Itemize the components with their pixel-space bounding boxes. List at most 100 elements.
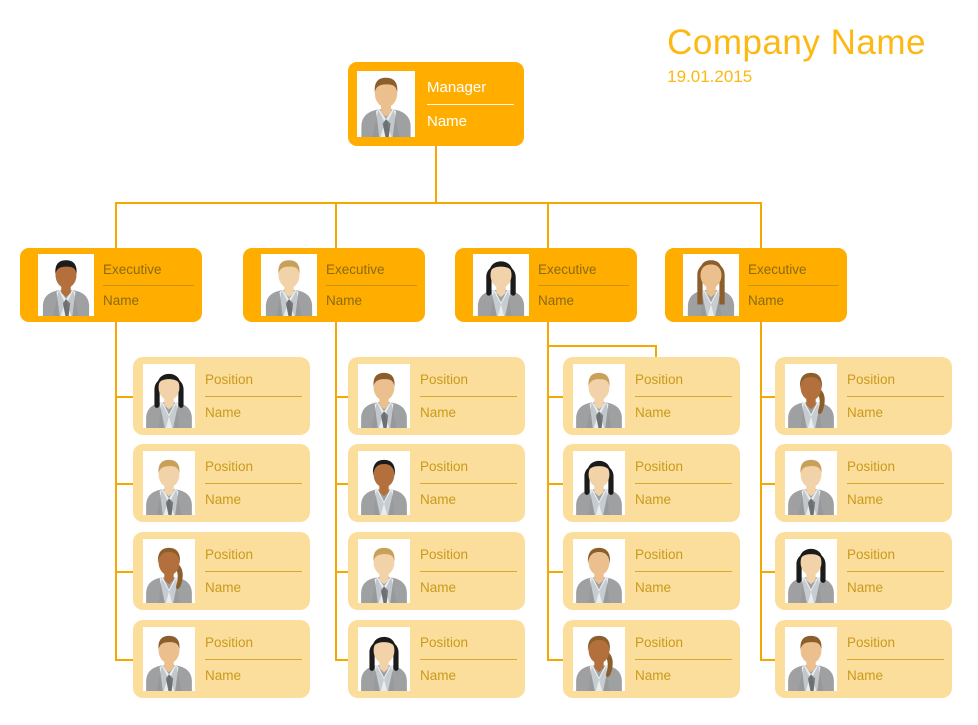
avatar <box>357 71 415 137</box>
company-name-title: Company Name <box>667 23 926 62</box>
person-name-label: Name <box>847 491 884 507</box>
executive-bus <box>115 202 762 204</box>
position-node-c4-r3[interactable]: Position Name <box>775 532 952 610</box>
person-name-label: Name <box>427 112 468 130</box>
divider <box>427 103 514 105</box>
position-node-c4-r2[interactable]: Position Name <box>775 444 952 522</box>
divider <box>538 284 629 286</box>
row-stub-c3-r2 <box>547 483 563 485</box>
position-node-c1-r2[interactable]: Position Name <box>133 444 310 522</box>
row-stub-c2-r4 <box>335 659 348 661</box>
node-text: Position Name <box>195 373 310 419</box>
role-label: Position <box>847 372 896 387</box>
divider <box>847 658 944 660</box>
role-label: Position <box>635 459 684 474</box>
avatar <box>573 627 625 691</box>
row-stub-c3-r4 <box>547 659 563 661</box>
role-label: Position <box>205 635 254 650</box>
role-label: Position <box>847 635 896 650</box>
person-name-label: Name <box>420 404 457 420</box>
position-node-c2-r2[interactable]: Position Name <box>348 444 525 522</box>
role-label: Executive <box>326 262 385 277</box>
row-stub-c2-r1 <box>335 396 348 398</box>
person-name-label: Name <box>847 579 884 595</box>
divider <box>635 570 732 572</box>
avatar <box>573 364 625 428</box>
position-node-c3-r4[interactable]: Position Name <box>563 620 740 698</box>
avatar <box>785 451 837 515</box>
executive-node-4[interactable]: Executive Name <box>665 248 847 322</box>
manager-node[interactable]: Manager Name <box>348 62 524 146</box>
role-label: Position <box>205 459 254 474</box>
column-spine-1 <box>115 322 117 661</box>
position-node-c1-r4[interactable]: Position Name <box>133 620 310 698</box>
role-label: Position <box>420 459 469 474</box>
node-text: Position Name <box>410 636 525 682</box>
divider <box>748 284 839 286</box>
node-text: Position Name <box>410 460 525 506</box>
divider <box>847 395 944 397</box>
executive-drop-2 <box>335 202 337 248</box>
person-name-label: Name <box>205 579 242 595</box>
role-label: Position <box>420 547 469 562</box>
person-name-label: Name <box>205 404 242 420</box>
position-node-c2-r4[interactable]: Position Name <box>348 620 525 698</box>
position-node-c4-r1[interactable]: Position Name <box>775 357 952 435</box>
node-text: Position Name <box>837 373 952 419</box>
person-name-label: Name <box>326 292 363 308</box>
avatar <box>358 451 410 515</box>
node-text: Position Name <box>837 636 952 682</box>
position-node-c3-r2[interactable]: Position Name <box>563 444 740 522</box>
role-label: Executive <box>103 262 162 277</box>
divider <box>847 482 944 484</box>
person-name-label: Name <box>635 667 672 683</box>
person-name-label: Name <box>103 292 140 308</box>
executive-node-3[interactable]: Executive Name <box>455 248 637 322</box>
position-node-c1-r1[interactable]: Position Name <box>133 357 310 435</box>
position-node-c3-r3[interactable]: Position Name <box>563 532 740 610</box>
person-name-label: Name <box>205 491 242 507</box>
divider <box>205 658 302 660</box>
position-node-c3-r1[interactable]: Position Name <box>563 357 740 435</box>
position-node-c1-r3[interactable]: Position Name <box>133 532 310 610</box>
executive-node-2[interactable]: Executive Name <box>243 248 425 322</box>
node-text: Executive Name <box>529 263 637 307</box>
person-name-label: Name <box>847 404 884 420</box>
person-name-label: Name <box>635 491 672 507</box>
row-stub-c2-r2 <box>335 483 348 485</box>
row-stub-c3-r1 <box>547 396 563 398</box>
avatar <box>143 627 195 691</box>
row-stub-c1-r4 <box>115 659 133 661</box>
executive-node-1[interactable]: Executive Name <box>20 248 202 322</box>
node-text: Position Name <box>195 548 310 594</box>
position-node-c2-r3[interactable]: Position Name <box>348 532 525 610</box>
row-stub-c4-r4 <box>760 659 775 661</box>
executive-drop-3 <box>547 202 549 248</box>
node-text: Position Name <box>625 636 740 682</box>
node-text: Executive Name <box>317 263 425 307</box>
avatar <box>38 254 94 316</box>
divider <box>635 482 732 484</box>
divider <box>205 395 302 397</box>
divider <box>847 570 944 572</box>
person-name-label: Name <box>205 667 242 683</box>
role-label: Position <box>635 547 684 562</box>
divider <box>205 482 302 484</box>
position-node-c2-r1[interactable]: Position Name <box>348 357 525 435</box>
avatar <box>573 539 625 603</box>
avatar <box>143 451 195 515</box>
divider <box>420 570 517 572</box>
row-stub-c1-r1 <box>115 396 133 398</box>
node-text: Position Name <box>837 548 952 594</box>
avatar <box>683 254 739 316</box>
avatar <box>473 254 529 316</box>
node-text: Executive Name <box>94 263 202 307</box>
position-node-c4-r4[interactable]: Position Name <box>775 620 952 698</box>
node-text: Position Name <box>195 460 310 506</box>
node-text: Executive Name <box>739 263 847 307</box>
row-stub-c2-r3 <box>335 571 348 573</box>
avatar <box>573 451 625 515</box>
divider <box>420 658 517 660</box>
node-text: Manager Name <box>415 80 524 129</box>
person-name-label: Name <box>748 292 785 308</box>
